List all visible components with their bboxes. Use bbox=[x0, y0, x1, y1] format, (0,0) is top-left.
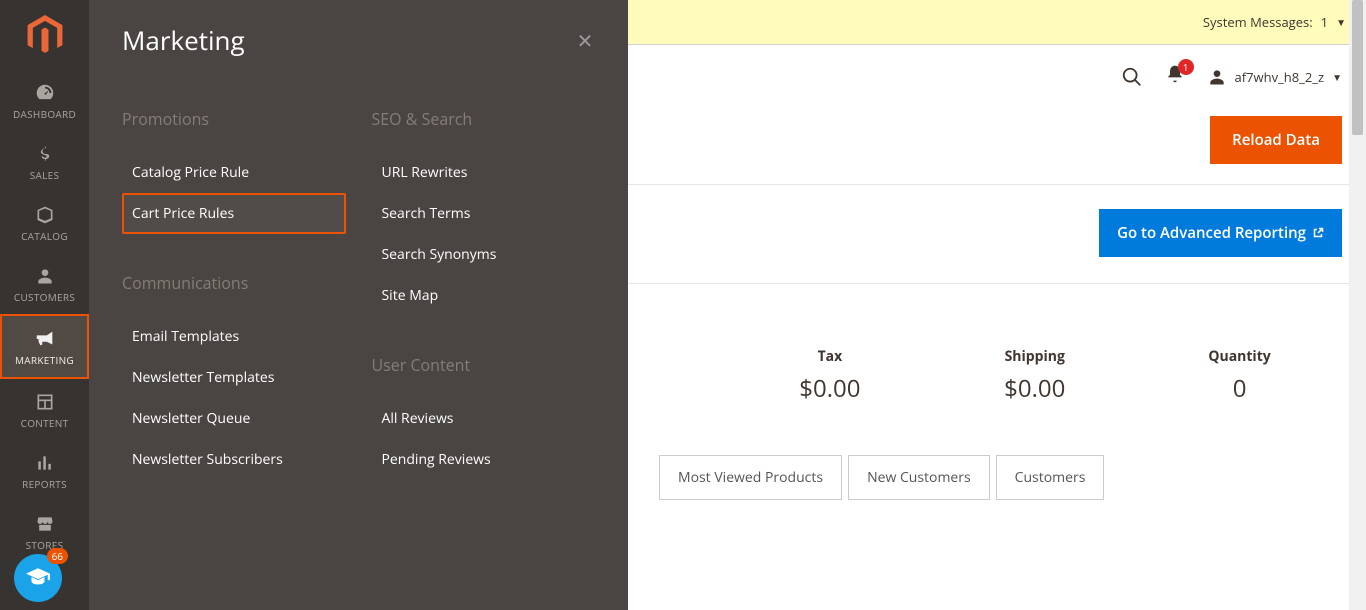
bars-icon bbox=[33, 451, 57, 475]
megaphone-icon bbox=[33, 327, 57, 351]
link-newsletter-queue[interactable]: Newsletter Queue bbox=[122, 398, 346, 439]
stat-label: Shipping bbox=[1005, 347, 1065, 366]
nav-marketing[interactable]: MARKETING bbox=[0, 314, 89, 379]
sysmsg-counter[interactable]: System Messages: 1 ▼ bbox=[1203, 13, 1346, 31]
nav-label: MARKETING bbox=[15, 353, 74, 367]
link-all-reviews[interactable]: All Reviews bbox=[372, 398, 596, 439]
username: af7whv_h8_2_z bbox=[1235, 68, 1325, 86]
store-icon bbox=[33, 512, 57, 536]
nav-label: CONTENT bbox=[21, 416, 69, 430]
section-promotions-title: Promotions bbox=[122, 108, 346, 130]
search-icon[interactable] bbox=[1121, 66, 1143, 88]
stat-label: Tax bbox=[818, 347, 843, 366]
nav-label: CUSTOMERS bbox=[14, 290, 75, 304]
chevron-down-icon: ▼ bbox=[1332, 70, 1342, 84]
link-catalog-price-rule[interactable]: Catalog Price Rule bbox=[122, 152, 346, 193]
link-email-templates[interactable]: Email Templates bbox=[122, 316, 346, 357]
advanced-reporting-label: Go to Advanced Reporting bbox=[1117, 223, 1306, 243]
nav-label: REPORTS bbox=[22, 477, 67, 491]
layout-icon bbox=[33, 390, 57, 414]
notifications-bell[interactable]: 1 bbox=[1165, 64, 1185, 89]
graduation-cap-icon bbox=[25, 565, 51, 591]
stat-tax: Tax $0.00 bbox=[727, 347, 932, 405]
nav-label: DASHBOARD bbox=[13, 107, 76, 121]
link-cart-price-rules[interactable]: Cart Price Rules bbox=[122, 193, 346, 234]
tab-new-customers[interactable]: New Customers bbox=[848, 455, 990, 500]
tab-customers[interactable]: Customers bbox=[996, 455, 1105, 500]
box-icon bbox=[33, 203, 57, 227]
sysmsg-label: System Messages: bbox=[1203, 13, 1313, 31]
section-communications-title: Communications bbox=[122, 272, 346, 294]
link-newsletter-subscribers[interactable]: Newsletter Subscribers bbox=[122, 439, 346, 480]
magento-logo-icon bbox=[27, 15, 63, 55]
nav-label: CATALOG bbox=[21, 229, 68, 243]
admin-sidebar: DASHBOARD SALES CATALOG CUSTOMERS MARKET… bbox=[0, 0, 89, 610]
chevron-down-icon[interactable]: ▼ bbox=[1336, 15, 1346, 29]
nav-content[interactable]: CONTENT bbox=[0, 379, 89, 440]
section-seo-title: SEO & Search bbox=[372, 108, 596, 130]
bell-badge: 1 bbox=[1178, 59, 1194, 75]
help-gradcap[interactable]: 66 bbox=[14, 554, 62, 602]
close-icon[interactable]: ✕ bbox=[575, 30, 595, 50]
stat-quantity: Quantity 0 bbox=[1137, 347, 1342, 405]
user-icon bbox=[1207, 67, 1227, 87]
link-url-rewrites[interactable]: URL Rewrites bbox=[372, 152, 596, 193]
stat-value: 0 bbox=[1233, 372, 1247, 405]
link-newsletter-templates[interactable]: Newsletter Templates bbox=[122, 357, 346, 398]
user-menu[interactable]: af7whv_h8_2_z ▼ bbox=[1207, 67, 1343, 87]
marketing-flyout: Marketing ✕ Promotions Catalog Price Rul… bbox=[89, 0, 628, 610]
tab-most-viewed[interactable]: Most Viewed Products bbox=[659, 455, 842, 500]
dollar-icon bbox=[33, 142, 57, 166]
advanced-reporting-button[interactable]: Go to Advanced Reporting bbox=[1099, 209, 1342, 257]
nav-customers[interactable]: CUSTOMERS bbox=[0, 253, 89, 314]
stat-value: $0.00 bbox=[1004, 372, 1065, 405]
gauge-icon bbox=[33, 81, 57, 105]
nav-reports[interactable]: REPORTS bbox=[0, 440, 89, 501]
link-search-terms[interactable]: Search Terms bbox=[372, 193, 596, 234]
link-pending-reviews[interactable]: Pending Reviews bbox=[372, 439, 596, 480]
gradcap-badge: 66 bbox=[47, 548, 68, 564]
stat-shipping: Shipping $0.00 bbox=[932, 347, 1137, 405]
link-search-synonyms[interactable]: Search Synonyms bbox=[372, 234, 596, 275]
flyout-title: Marketing bbox=[122, 22, 245, 58]
magento-logo[interactable] bbox=[0, 0, 89, 70]
nav-catalog[interactable]: CATALOG bbox=[0, 192, 89, 253]
nav-stores[interactable]: STORES bbox=[0, 501, 89, 562]
external-link-icon bbox=[1312, 227, 1324, 239]
stat-value: $0.00 bbox=[799, 372, 860, 405]
link-site-map[interactable]: Site Map bbox=[372, 275, 596, 316]
sysmsg-count: 1 bbox=[1321, 13, 1328, 31]
section-user-content-title: User Content bbox=[372, 354, 596, 376]
nav-sales[interactable]: SALES bbox=[0, 131, 89, 192]
stat-label: Quantity bbox=[1208, 347, 1270, 366]
nav-label: SALES bbox=[30, 168, 60, 182]
scrollbar-track[interactable] bbox=[1349, 0, 1366, 610]
person-icon bbox=[33, 264, 57, 288]
nav-dashboard[interactable]: DASHBOARD bbox=[0, 70, 89, 131]
scrollbar-thumb[interactable] bbox=[1352, 0, 1363, 135]
reload-data-button[interactable]: Reload Data bbox=[1210, 116, 1342, 164]
